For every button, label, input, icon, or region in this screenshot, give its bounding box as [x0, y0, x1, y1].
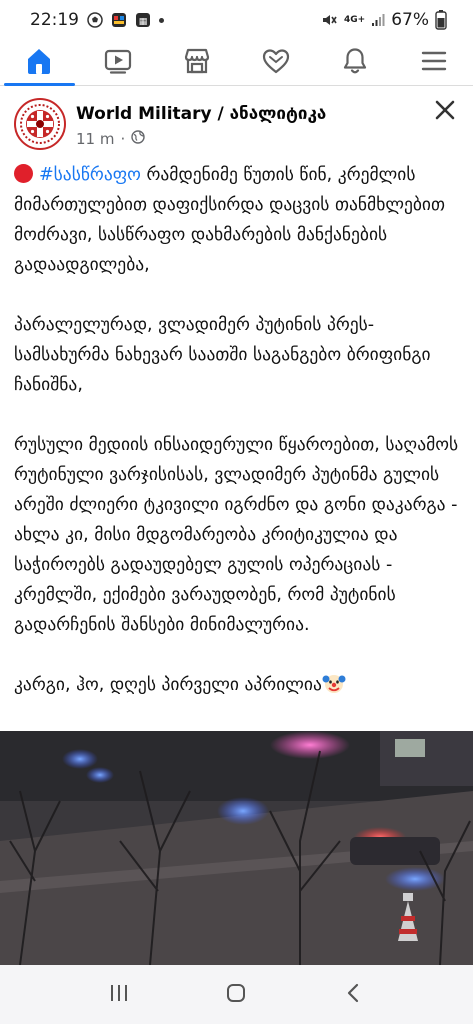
red-circle-icon [14, 164, 33, 183]
post-video[interactable] [0, 731, 473, 965]
tab-menu[interactable] [394, 40, 473, 85]
military-emblem-icon [18, 102, 62, 146]
gallery-app-icon [111, 12, 127, 28]
top-nav-bar [0, 40, 473, 86]
mute-icon [321, 12, 338, 28]
tab-watch[interactable] [79, 40, 158, 85]
back-button[interactable] [343, 982, 365, 1008]
network-type: 4G+ [344, 14, 366, 25]
home-icon [24, 46, 54, 80]
video-frame-image [0, 731, 473, 965]
tab-dating[interactable] [236, 40, 315, 85]
tab-home[interactable] [0, 40, 79, 86]
post-header: World Military / ანალიტიკა 11 m · [0, 96, 473, 156]
close-icon [434, 99, 456, 125]
meta-separator: · [120, 130, 126, 148]
messenger-icon: ▦ [135, 12, 151, 28]
hamburger-menu-icon [419, 46, 449, 80]
battery-icon [435, 10, 447, 30]
post-paragraph-1: #სასწრაფო რამდენიმე წუთის წინ, კრემლის მ… [14, 160, 462, 280]
clown-face-icon [322, 671, 346, 705]
back-chevron-icon [348, 983, 359, 1002]
tab-marketplace[interactable] [158, 40, 237, 85]
globe-icon [131, 130, 145, 148]
home-square-icon [227, 983, 246, 1002]
status-time: 22:19 [30, 10, 79, 30]
tab-notifications[interactable] [315, 40, 394, 85]
battery-percent: 67% [391, 10, 429, 30]
heart-icon [261, 46, 291, 80]
post-paragraph-2: პარალელურად, ვლადიმერ პუტინის პრეს-სამსა… [14, 315, 431, 395]
system-navigation-bar [0, 965, 473, 1024]
post-text: #სასწრაფო რამდენიმე წუთის წინ, კრემლის მ… [14, 160, 462, 735]
close-button[interactable] [431, 98, 459, 126]
recent-apps-icon [110, 984, 127, 1001]
notification-dot [159, 17, 164, 23]
post-time[interactable]: 11 m [76, 130, 114, 148]
page-avatar[interactable] [14, 98, 66, 150]
video-icon [103, 46, 133, 80]
paragraph-4-text: კარგი, ჰო, დღეს პირველი აპრილია [14, 675, 322, 695]
hashtag-link[interactable]: #სასწრაფო [39, 165, 141, 185]
page-name[interactable]: World Military / ანალიტიკა [76, 104, 326, 124]
post-meta: 11 m · [76, 130, 145, 148]
post-paragraph-3: რუსული მედიის ინსაიდერული წყაროებით, საღ… [14, 435, 459, 635]
status-bar: 22:19 ▦ 4G+ 67% [0, 0, 473, 40]
marketplace-icon [182, 46, 212, 80]
home-system-button[interactable] [225, 982, 247, 1008]
signal-icon [371, 13, 385, 27]
soccer-ball-icon [87, 12, 103, 28]
svg-text:▦: ▦ [139, 17, 148, 27]
post-paragraph-4: კარგი, ჰო, დღეს პირველი აპრილია [14, 670, 462, 705]
recent-apps-button[interactable] [108, 983, 130, 1007]
bell-icon [340, 46, 370, 80]
